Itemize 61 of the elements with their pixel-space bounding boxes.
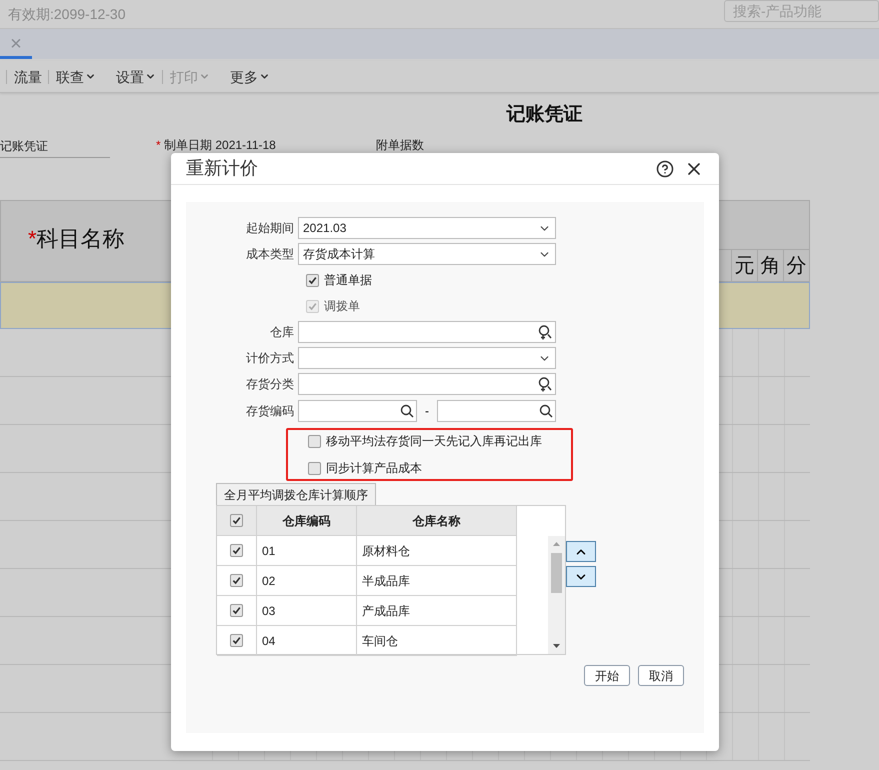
table-cell: 01 — [257, 536, 357, 565]
lookup-field[interactable] — [298, 373, 556, 395]
dialog-title: 重新计价 — [186, 157, 258, 180]
select-all-checkbox[interactable] — [230, 514, 243, 527]
table-cell: 半成品库 — [357, 566, 517, 595]
checkbox-label: 普通单据 — [324, 272, 372, 289]
column-header: 仓库名称 — [357, 506, 517, 535]
scrollbar[interactable] — [548, 536, 565, 654]
move-down-button[interactable] — [566, 566, 596, 587]
move-up-button[interactable] — [566, 541, 596, 562]
field-label: 存货分类 — [245, 376, 295, 393]
toolbar-button[interactable]: 流量 — [6, 70, 42, 84]
column-header: 仓库编码 — [257, 506, 357, 535]
search-add-icon[interactable] — [537, 324, 553, 340]
attachments-label: 附单据数 — [376, 139, 424, 151]
table-cell: 产成品库 — [357, 596, 517, 625]
toolbar-button[interactable]: 联查 — [48, 70, 96, 84]
row-checkbox[interactable] — [230, 544, 243, 557]
row-checkbox[interactable] — [230, 574, 243, 587]
search-icon[interactable] — [400, 404, 414, 418]
column-header: *科目名称 — [28, 225, 125, 253]
table-cell: 04 — [257, 626, 357, 655]
select-field[interactable] — [298, 347, 556, 369]
voucher-title: 记账凭证 — [506, 102, 582, 127]
field-label: 成本类型 — [245, 246, 295, 263]
table-cell: 02 — [257, 566, 357, 595]
field-label: 起始期间 — [245, 220, 295, 237]
validity-text: 有效期:2099-12-30 — [8, 4, 126, 24]
table-cell: 03 — [257, 596, 357, 625]
help-icon[interactable] — [656, 160, 674, 178]
input-field[interactable] — [298, 400, 417, 422]
toolbar-button[interactable]: 设置 — [116, 70, 156, 84]
input-field[interactable] — [437, 400, 556, 422]
checkbox[interactable] — [308, 462, 321, 474]
checkbox[interactable] — [306, 274, 319, 286]
table-cell: 车间仓 — [357, 626, 517, 655]
select-field[interactable]: 存货成本计算 — [298, 243, 556, 265]
row-checkbox[interactable] — [230, 604, 243, 617]
range-separator: - — [424, 403, 430, 420]
lookup-field[interactable] — [298, 321, 556, 343]
field-label: 存货编码 — [245, 403, 295, 420]
checkbox-label: 同步计算产品成本 — [326, 460, 422, 477]
field-label: 仓库 — [269, 324, 295, 341]
tab[interactable]: 全月平均调拨仓库计算顺序 — [216, 483, 376, 505]
checkbox-label: 移动平均法存货同一天先记入库再记出库 — [326, 433, 542, 450]
column-header: 分 — [783, 249, 809, 281]
search-add-icon[interactable] — [537, 376, 553, 392]
table-cell: 原材料仓 — [357, 536, 517, 565]
column-header: 元 — [731, 249, 757, 281]
dialog-button[interactable]: 取消 — [638, 665, 684, 686]
search-icon[interactable] — [539, 404, 553, 418]
toolbar-button[interactable]: 更多 — [230, 70, 270, 84]
field-label: 计价方式 — [245, 350, 295, 367]
select-field[interactable]: 2021.03 — [298, 217, 556, 239]
row-checkbox[interactable] — [230, 634, 243, 647]
checkbox[interactable] — [308, 434, 321, 448]
dialog-button[interactable]: 开始 — [584, 665, 630, 686]
checkbox-label: 调拨单 — [324, 298, 360, 315]
date-label: * 制单日期 2021-11-18 — [156, 139, 276, 151]
voucher-type-field: 记账凭证 — [0, 139, 110, 158]
column-header: 角 — [757, 249, 783, 281]
